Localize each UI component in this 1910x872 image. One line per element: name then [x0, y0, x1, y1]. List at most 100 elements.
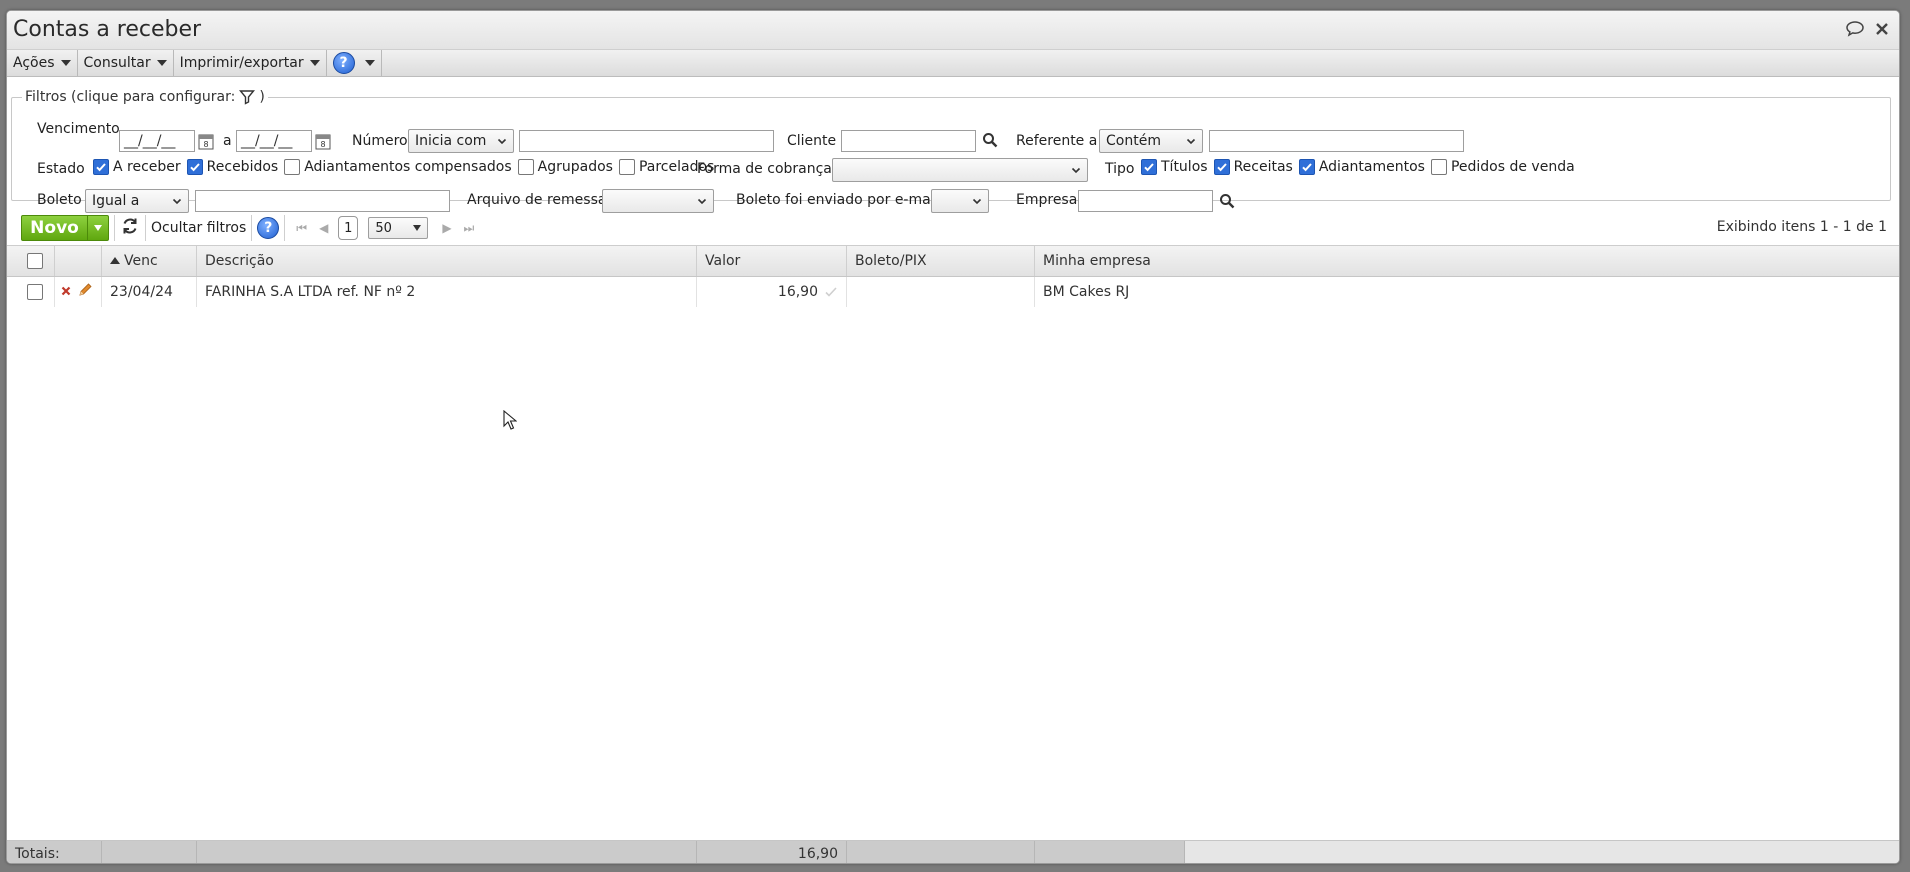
actions-header [55, 246, 102, 276]
tipo-checkbox-group: Títulos Receitas Adiantamentos Pedidos de v… [1141, 159, 1581, 175]
date-separator: a [223, 133, 232, 149]
tipo-checkbox[interactable] [1213, 159, 1230, 175]
row-descricao: FARINHA S.A LTDA ref. NF nº 2 [197, 277, 697, 307]
hide-filters-button[interactable]: Ocultar filtros [151, 220, 246, 236]
caret-down-icon [156, 60, 167, 66]
new-button[interactable]: Novo [21, 215, 109, 241]
search-icon[interactable] [982, 132, 998, 152]
next-page-icon[interactable]: ▶ [442, 221, 451, 235]
new-dropdown-toggle[interactable] [87, 216, 108, 240]
refresh-icon[interactable] [120, 216, 140, 240]
window-title: Contas a receber [13, 17, 202, 42]
chevron-down-icon [172, 198, 182, 205]
estado-option[interactable]: A receber [93, 159, 181, 175]
edit-pencil-icon[interactable] [77, 282, 93, 302]
estado-option[interactable]: Adiantamentos compensados [284, 159, 512, 175]
toolbar-divider [145, 215, 146, 241]
caret-down-icon [60, 60, 71, 66]
help-icon: ? [332, 52, 355, 74]
toolbar-divider [284, 215, 286, 241]
numero-input[interactable] [519, 130, 774, 152]
table-row[interactable]: 23/04/24 FARINHA S.A LTDA ref. NF nº 2 1… [7, 277, 1899, 307]
estado-checkbox[interactable] [618, 159, 635, 175]
tipo-checkbox[interactable] [1430, 159, 1447, 175]
calendar-icon[interactable]: 8 [315, 132, 331, 154]
estado-option-label: Adiantamentos compensados [304, 159, 512, 175]
chevron-down-icon [497, 138, 507, 145]
totals-empresa-cell [1035, 841, 1185, 863]
tipo-option-label: Pedidos de venda [1450, 159, 1575, 175]
cliente-input[interactable] [841, 130, 976, 152]
menu-actions[interactable]: Ações [7, 50, 78, 76]
estado-checkbox[interactable] [517, 159, 534, 175]
forma-cobranca-label: Forma de cobrança [697, 161, 832, 177]
filters-legend[interactable]: Filtros (clique para configurar: ) [22, 89, 268, 105]
numero-operator-select[interactable]: Inicia com [408, 129, 514, 153]
col-descricao[interactable]: Descrição [197, 246, 697, 276]
estado-label: Estado [37, 161, 85, 177]
tipo-option-label: Receitas [1233, 159, 1293, 175]
page-number-input[interactable]: 1 [338, 216, 359, 240]
row-checkbox[interactable] [27, 284, 43, 300]
arquivo-remessa-select[interactable] [602, 189, 714, 213]
boleto-input[interactable] [195, 190, 450, 212]
sort-asc-icon [110, 257, 120, 264]
estado-option-label: A receber [113, 159, 181, 175]
estado-checkbox-group: A receber Recebidos Adiantamentos compensa… [93, 159, 720, 175]
page-size-select[interactable]: 50 [368, 217, 429, 239]
forma-cobranca-select[interactable] [832, 158, 1088, 182]
referente-input[interactable] [1209, 130, 1464, 152]
close-icon[interactable] [1875, 22, 1889, 36]
tipo-option-label: Títulos [1161, 159, 1208, 175]
vencimento-label: Vencimento [37, 121, 120, 137]
estado-checkbox[interactable] [284, 159, 301, 175]
prev-page-icon[interactable]: ◀ [319, 221, 328, 235]
menu-consult[interactable]: Consultar [78, 50, 174, 76]
first-page-icon[interactable]: ⏮ [296, 221, 307, 236]
check-icon [825, 287, 837, 297]
col-boleto[interactable]: Boleto/PIX [847, 246, 1035, 276]
boleto-label: Boleto [37, 192, 82, 208]
tipo-option[interactable]: Adiantamentos [1298, 159, 1425, 175]
chevron-down-icon [1071, 167, 1081, 174]
tipo-option-label: Adiantamentos [1318, 159, 1425, 175]
estado-checkbox[interactable] [93, 159, 109, 175]
menu-print-export[interactable]: Imprimir/exportar [174, 50, 327, 76]
calendar-icon[interactable]: 8 [198, 132, 214, 154]
menu-help[interactable]: ? [327, 50, 382, 76]
col-venc[interactable]: Venc [102, 246, 197, 276]
grid-toolbar: Novo Ocultar filtros ? ⏮ ◀ 1 50 ▶ ⏭ Exib… [11, 213, 1891, 243]
tipo-option[interactable]: Títulos [1141, 159, 1208, 175]
tipo-option[interactable]: Pedidos de venda [1430, 159, 1575, 175]
col-empresa[interactable]: Minha empresa [1035, 246, 1899, 276]
tipo-label: Tipo [1105, 161, 1135, 177]
estado-option[interactable]: Agrupados [517, 159, 613, 175]
estado-option-label: Agrupados [537, 159, 613, 175]
last-page-icon[interactable]: ⏭ [464, 221, 475, 236]
chat-icon[interactable] [1845, 20, 1865, 38]
estado-checkbox[interactable] [186, 159, 203, 175]
help-icon[interactable]: ? [257, 217, 280, 239]
select-all-checkbox[interactable] [27, 253, 43, 269]
estado-option[interactable]: Recebidos [186, 159, 278, 175]
boleto-operator-select[interactable]: Igual a [85, 189, 189, 213]
referente-operator-select[interactable]: Contém [1099, 129, 1203, 153]
row-boleto [847, 277, 1035, 307]
row-venc: 23/04/24 [102, 277, 197, 307]
mouse-cursor-icon [503, 409, 518, 434]
caret-down-icon [364, 60, 375, 66]
filters-panel: Filtros (clique para configurar: ) Venci… [11, 89, 1891, 213]
receivables-grid: Venc Descrição Valor Boleto/PIX Minha em… [7, 245, 1899, 840]
tipo-option[interactable]: Receitas [1213, 159, 1293, 175]
col-valor[interactable]: Valor [697, 246, 847, 276]
boleto-enviado-select[interactable] [931, 189, 989, 213]
filter-icon[interactable] [239, 89, 256, 105]
empresa-input[interactable] [1078, 190, 1213, 212]
totals-valor: 16,90 [697, 841, 847, 863]
search-icon[interactable] [1219, 193, 1235, 213]
tipo-checkbox[interactable] [1298, 159, 1315, 175]
delete-icon[interactable] [61, 284, 71, 300]
date-from-input[interactable]: __/__/__ [119, 130, 195, 152]
tipo-checkbox[interactable] [1141, 159, 1157, 175]
date-to-input[interactable]: __/__/__ [236, 130, 312, 152]
